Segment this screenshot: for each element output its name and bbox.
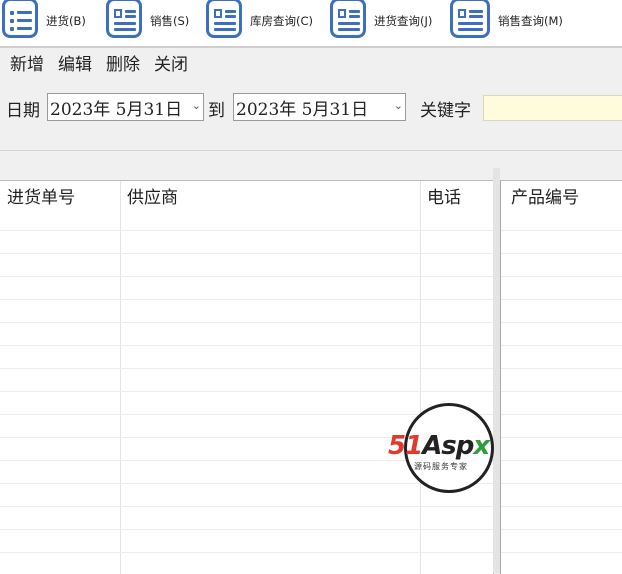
toolbar-label: 销售(S) — [150, 14, 190, 28]
menu-edit[interactable]: 编辑 — [58, 50, 92, 75]
end-date-picker[interactable]: 2023年 5月31日 ⌄ — [233, 93, 406, 121]
to-label: 到 — [208, 101, 225, 121]
chevron-down-icon: ⌄ — [393, 99, 403, 112]
menu-delete[interactable]: 删除 — [106, 50, 140, 75]
toolbar-button-purchase[interactable]: 进货(B) — [2, 0, 86, 42]
keyword-label: 关键字 — [420, 101, 471, 121]
document-icon — [330, 0, 366, 38]
toolbar-label: 库房查询(C) — [250, 14, 314, 28]
toolbar-label: 进货(B) — [46, 14, 86, 28]
document-icon — [106, 0, 142, 38]
purchase-grid[interactable]: 进货单号 供应商 电话 — [0, 180, 494, 574]
start-date-value: 2023年 5月31日 — [50, 99, 183, 120]
column-header-product-no[interactable]: 产品编号 — [511, 181, 579, 210]
watermark-logo: 51Aspx 源码服务专家 — [388, 403, 510, 495]
chevron-down-icon: ⌄ — [191, 99, 201, 112]
logo-tagline: 源码服务专家 — [414, 462, 468, 471]
column-divider — [420, 181, 421, 574]
document-icon — [206, 0, 242, 38]
action-menu: 新增 编辑 删除 关闭 — [0, 48, 622, 76]
product-grid[interactable]: 产品编号 — [500, 180, 622, 574]
document-icon — [450, 0, 490, 38]
panel-splitter[interactable] — [493, 168, 500, 573]
toolbar-label: 销售查询(M) — [498, 14, 563, 28]
menu-new[interactable]: 新增 — [10, 50, 44, 75]
divider — [0, 150, 622, 151]
main-toolbar: 进货(B) 销售(S) 库房查询(C) 进货查询(J) 销售查询(M) — [0, 0, 622, 48]
column-divider — [120, 181, 121, 574]
start-date-picker[interactable]: 2023年 5月31日 ⌄ — [47, 93, 204, 121]
keyword-input[interactable] — [483, 95, 622, 121]
date-label: 日期 — [6, 101, 40, 121]
list-icon — [2, 0, 38, 38]
column-header-phone[interactable]: 电话 — [427, 181, 461, 210]
filter-bar: 日期 2023年 5月31日 ⌄ 到 2023年 5月31日 ⌄ 关键字 — [0, 92, 622, 124]
toolbar-button-sales[interactable]: 销售(S) — [106, 0, 189, 42]
column-header-purchase-no[interactable]: 进货单号 — [7, 181, 75, 210]
column-header-supplier[interactable]: 供应商 — [127, 181, 178, 210]
logo-text: 51Aspx — [388, 431, 490, 461]
end-date-value: 2023年 5月31日 — [236, 99, 369, 120]
toolbar-button-sales-query[interactable]: 销售查询(M) — [450, 0, 563, 42]
toolbar-label: 进货查询(J) — [374, 14, 433, 28]
menu-close[interactable]: 关闭 — [154, 50, 188, 75]
toolbar-button-purchase-query[interactable]: 进货查询(J) — [330, 0, 432, 42]
toolbar-button-stock-query[interactable]: 库房查询(C) — [206, 0, 313, 42]
